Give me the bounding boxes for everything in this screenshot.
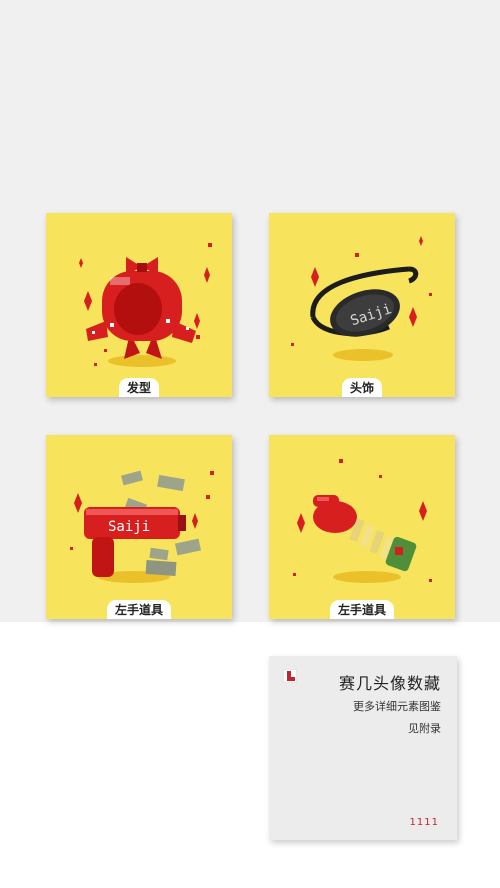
boxing-glove-spring-pixel-art [293, 459, 432, 583]
card-label: 发型 [118, 378, 160, 397]
card-label: 头饰 [341, 378, 383, 397]
saiji-eyepatch-pixel-art: Saiji [291, 236, 432, 361]
info-card: 赛几头像数藏 更多详细元素图鉴 见附录 1111 [269, 656, 457, 840]
saiji-money-gun-pixel-art: Saiji [70, 470, 214, 583]
info-appendix-note: 见附录 [408, 722, 441, 735]
card-left-hand-prop-2[interactable]: 左手道具 [269, 435, 455, 619]
page-number: 1111 [409, 817, 439, 828]
red-bow-hair-pixel-art [79, 243, 212, 367]
brand-logo-icon [283, 669, 297, 683]
info-subtitle: 更多详细元素图鉴 [353, 700, 441, 713]
saiji-logo-text: Saiji [108, 519, 150, 535]
card-headwear[interactable]: Saiji 头饰 [269, 213, 455, 397]
card-label: 左手道具 [329, 600, 395, 619]
card-hairstyle[interactable]: 发型 [46, 213, 232, 397]
info-title: 赛几头像数藏 [338, 674, 441, 693]
card-label: 左手道具 [106, 600, 172, 619]
card-left-hand-prop-1[interactable]: Saiji 左手道具 [46, 435, 232, 619]
